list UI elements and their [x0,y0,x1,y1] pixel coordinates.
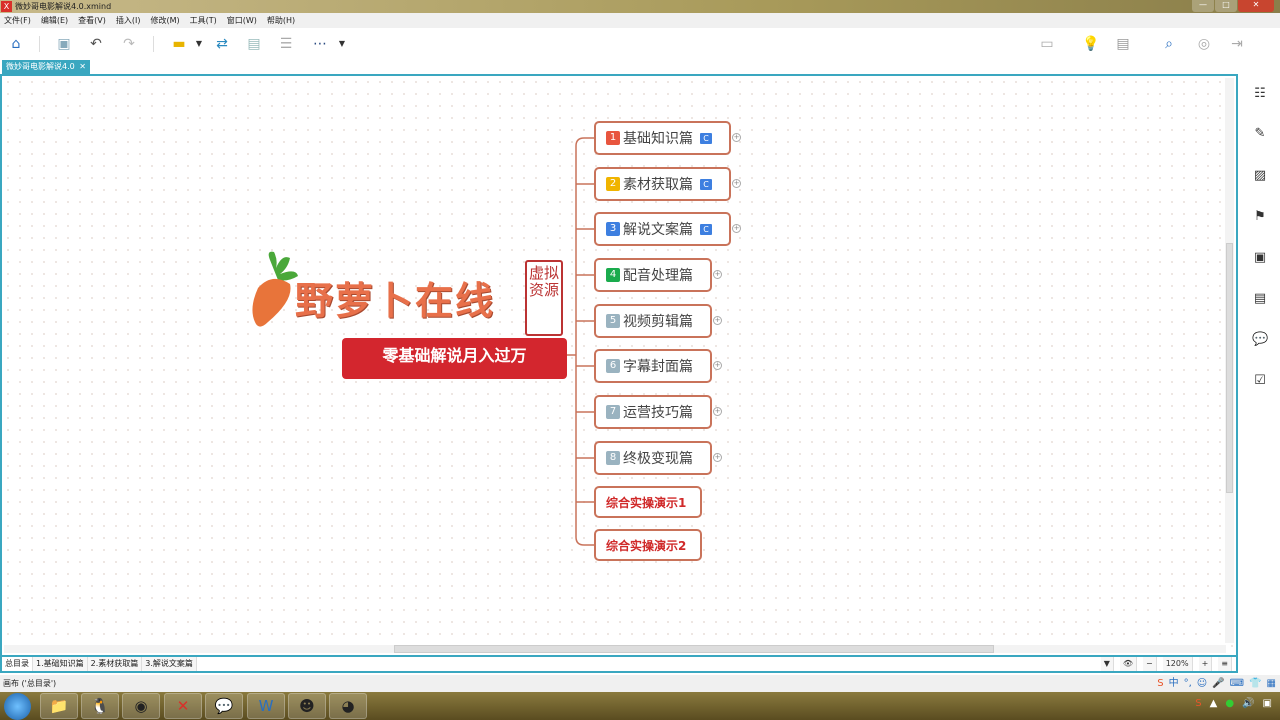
topic-label: 基础知识篇 [623,131,693,147]
eye-icon[interactable]: 👁 [1119,657,1138,671]
topic-label: 配音处理篇 [623,268,693,284]
topic-label: 解说文案篇 [623,222,693,238]
topic-3[interactable]: 3 解说文案篇 C [594,212,731,246]
expand-icon[interactable]: + [732,179,741,188]
topic-demo-1[interactable]: 综合实操演示1 [594,486,702,518]
filter-icon[interactable]: ▼ [1100,657,1114,671]
app-icon[interactable]: ◕ [329,693,367,719]
fit-button[interactable]: ≡ [1218,657,1232,671]
microphone-icon[interactable]: 🎤 [1212,675,1224,692]
topic-1[interactable]: 1 基础知识篇 C [594,121,731,155]
browser-icon[interactable]: ◉ [122,693,160,719]
wechat-tray-icon[interactable]: ● [1225,698,1234,709]
notes-icon[interactable]: ▤ [1252,291,1268,307]
image-icon[interactable]: ▨ [1252,168,1268,184]
topic-6[interactable]: 6 字幕封面篇 [594,349,712,383]
expand-icon[interactable]: + [713,407,722,416]
topic-8[interactable]: 8 终极变现篇 [594,441,712,475]
note-icon[interactable]: C [700,178,712,190]
grid-icon[interactable]: ▦ [1267,675,1276,692]
topic-label: 综合实操演示2 [606,538,687,553]
sogou-icon[interactable]: S [1157,675,1163,692]
note-icon[interactable]: C [700,132,712,144]
sheet-tab[interactable]: 3.解说文案篇 [142,657,197,671]
topic-number-badge: 1 [606,131,620,145]
zoom-out-button[interactable]: − [1143,657,1157,671]
skin-icon[interactable]: 👕 [1249,675,1261,692]
right-panel: ☷ ✎ ▨ ⚑ ▣ ▤ 💬 ☑ [1240,74,1280,657]
carrot-logo [248,250,298,330]
task-icon[interactable]: ☑ [1252,373,1268,389]
flag-icon[interactable]: ⚑ [1252,209,1268,225]
topic-number-badge: 6 [606,359,620,373]
topic-number-badge: 2 [606,177,620,191]
topic-4[interactable]: 4 配音处理篇 [594,258,712,292]
topic-2[interactable]: 2 素材获取篇 C [594,167,731,201]
topic-demo-2[interactable]: 综合实操演示2 [594,529,702,561]
expand-icon[interactable]: + [713,453,722,462]
topic-number-badge: 7 [606,405,620,419]
ime-toolbar: S 中 °, ☺ 🎤 ⌨ 👕 ▦ [1157,675,1276,692]
topic-label: 终极变现篇 [623,451,693,467]
sogou-tray-icon[interactable]: S [1195,698,1201,709]
topic-label: 视频剪辑篇 [623,314,693,330]
expand-icon[interactable]: + [732,224,741,233]
explorer-icon[interactable]: 📁 [40,693,78,719]
expand-icon[interactable]: + [732,133,741,142]
xmind-icon[interactable]: ✕ [164,693,202,719]
topic-7[interactable]: 7 运营技巧篇 [594,395,712,429]
topic-number-badge: 8 [606,451,620,465]
zoom-level: 120% [1162,657,1193,671]
seal-stamp: 虚拟资源 [525,260,563,336]
wps-icon[interactable]: W [247,693,285,719]
outline-list-icon[interactable]: ☷ [1252,86,1268,102]
topic-number-badge: 5 [606,314,620,328]
start-button[interactable] [4,693,31,720]
note-icon[interactable]: C [700,223,712,235]
brand-logo-text: 野萝卜在线 [295,278,496,323]
system-tray: S ▲ ● 🔊 ▣ [1195,698,1272,709]
volume-icon[interactable]: 🔊 [1242,698,1254,709]
topic-number-badge: 4 [606,268,620,282]
app-icon[interactable]: ☻ [288,693,326,719]
style-icon[interactable]: ▣ [1252,250,1268,266]
keyboard-icon[interactable]: ⌨ [1230,675,1244,692]
sheet-tab[interactable]: 2.素材获取篇 [87,657,143,671]
topic-label: 综合实操演示1 [606,495,687,510]
sheet-tab[interactable]: 1.基础知识篇 [33,657,88,671]
topic-label: 字幕封面篇 [623,359,693,375]
topic-number-badge: 3 [606,222,620,236]
network-icon[interactable]: ▣ [1263,698,1272,709]
expand-icon[interactable]: + [713,270,722,279]
topic-label: 素材获取篇 [623,177,693,193]
status-bar: 画布 ('总目录') S 中 °, ☺ 🎤 ⌨ 👕 ▦ [0,675,1280,692]
sheet-tab[interactable]: 总目录 [2,657,33,671]
ime-language[interactable]: 中 [1169,675,1179,692]
ime-punctuation[interactable]: °, [1184,675,1192,692]
taskbar: 📁 🐧 ◉ ✕ 💬 W ☻ ◕ S ▲ ● 🔊 ▣ [0,692,1280,720]
tray-expand-icon[interactable]: ▲ [1210,698,1218,709]
comment-icon[interactable]: 💬 [1252,332,1268,348]
format-brush-icon[interactable]: ✎ [1252,126,1268,142]
expand-icon[interactable]: + [713,361,722,370]
topic-label: 运营技巧篇 [623,405,693,421]
status-text: 画布 ('总目录') [3,679,57,688]
zoom-in-button[interactable]: + [1198,657,1213,671]
wechat-icon[interactable]: 💬 [205,693,243,719]
topic-5[interactable]: 5 视频剪辑篇 [594,304,712,338]
central-topic[interactable]: 零基础解说月入过万 [342,338,567,379]
sheet-tabs: 总目录 1.基础知识篇 2.素材获取篇 3.解说文案篇 ▼ 👁 − 120% +… [0,657,1238,673]
emoji-icon[interactable]: ☺ [1197,675,1207,692]
qq-icon[interactable]: 🐧 [81,693,119,719]
expand-icon[interactable]: + [713,316,722,325]
